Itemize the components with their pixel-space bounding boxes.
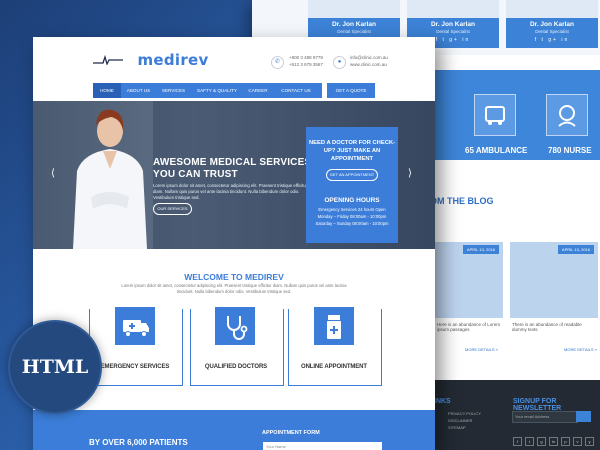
blog-excerpt: Here is an abundance of Lorem ipsum pass…: [437, 322, 501, 332]
stat-ambulance-label: 65 AMBULANCE: [465, 146, 528, 155]
phone-icon: ✆: [271, 56, 284, 69]
hours-row: Monday – Friday 08:00am - 10:00pm: [317, 214, 387, 219]
welcome-text: Lorem ipsum dolor sit amet, consectetur …: [121, 283, 347, 294]
logo-text: medirev: [137, 51, 209, 69]
name-input[interactable]: Your Name: [263, 442, 382, 450]
contact-email: info@clinic.com.au www.clinic.com.au: [350, 54, 388, 68]
hero-title-line1: AWESOME MEDICAL SERVICES: [153, 157, 312, 168]
ambulance-icon: [474, 94, 516, 136]
google-icon[interactable]: g: [537, 437, 546, 446]
twitter-icon[interactable]: t: [525, 437, 534, 446]
feature-label-doctors: QUALIFIED DOCTORS: [204, 364, 268, 370]
pinterest-icon[interactable]: p: [561, 437, 570, 446]
newsletter-email-input[interactable]: Your email Address: [512, 411, 578, 423]
welcome-title: WELCOME TO MEDIREV: [184, 272, 284, 282]
blog-image[interactable]: APRIL 13, 2016: [510, 242, 598, 318]
doctor-role: Dental Specialist: [337, 29, 371, 34]
feature-label-emergency: EMERGENCY SERVICES: [100, 364, 170, 370]
youtube-icon[interactable]: y: [585, 437, 594, 446]
newsletter-title: SIGNUP FOR NEWSLETTER: [513, 398, 562, 412]
doctor-social-icons: f t g+ in: [534, 37, 570, 43]
date-badge: APRIL 13, 2016: [557, 245, 594, 254]
contact-email-line: info@clinic.com.au: [350, 55, 388, 60]
main-nav: HOME ABOUT US SERVICES SAFTY & QUALITY C…: [93, 83, 322, 98]
blog-title: OM THE BLOG: [430, 196, 494, 206]
patients-headline: BY OVER 6,000 PATIENTS: [89, 438, 188, 447]
hero-title: AWESOME MEDICAL SERVICES YOU CAN TRUST: [153, 157, 311, 181]
doctor-role: Dental Specialist: [535, 29, 569, 34]
globe-icon: ●: [333, 56, 346, 69]
date-badge: APRIL 13, 2016: [462, 245, 499, 254]
hero-title-line2: YOU CAN TRUST: [153, 169, 238, 180]
doctor-name: Dr. Jon Karlan: [331, 21, 377, 28]
contact-phone: +800 3 488 9779 +612 3 679 3567: [289, 54, 323, 68]
pill-bottle-icon: [314, 307, 354, 345]
facebook-icon[interactable]: f: [513, 437, 522, 446]
appointment-title: NEED A DOCTOR FOR CHECK-UP? JUST MAKE AN…: [308, 140, 396, 162]
footer-link[interactable]: DISCLAIMER: [448, 418, 472, 423]
hero-slider: ⟨ ⟩ AWESOME MEDICAL SERVICES YOU CAN TRU…: [33, 101, 435, 249]
blog-image[interactable]: APRIL 13, 2016: [435, 242, 503, 318]
newsletter-submit-button[interactable]: [576, 411, 591, 422]
our-services-button[interactable]: OUR SERVICES: [153, 203, 192, 215]
feature-label-appointment: ONLINE APPOINTMENT: [301, 364, 367, 370]
ambulance-icon: [115, 307, 155, 345]
doctor-card[interactable]: Dr. Jon Karlan Dental Specialist f t g+ …: [506, 0, 598, 48]
nav-item-home[interactable]: HOME: [93, 83, 121, 98]
logo[interactable]: medirev: [93, 51, 209, 70]
hero-paragraph: Lorem ipsum dolor sit amet, consectetur …: [153, 183, 308, 200]
hours-row: Saturday – Sunday 08:00am - 10:00pm: [315, 221, 389, 226]
stat-nurse-label: 780 NURSE: [548, 146, 592, 155]
vimeo-icon[interactable]: v: [573, 437, 582, 446]
footer-links-title: INKS: [434, 398, 451, 405]
linkedin-icon[interactable]: in: [549, 437, 558, 446]
more-details-link[interactable]: MORE DETAILS »: [564, 347, 597, 352]
footer-link[interactable]: SITEMAP: [448, 425, 466, 430]
contact-phone-line: +612 3 679 3567: [289, 62, 323, 67]
doctor-name: Dr. Jon Karlan: [529, 21, 575, 28]
more-details-link[interactable]: MORE DETAILS »: [465, 347, 498, 352]
appointment-form-title: APPOINTMENT FORM: [262, 430, 320, 436]
doctor-photo: [73, 109, 147, 249]
contact-phone-line: +800 3 488 9779: [289, 55, 323, 60]
get-quote-button[interactable]: GET A QUOTE: [327, 83, 375, 98]
nav-item-about[interactable]: ABOUT US: [122, 83, 155, 98]
contact-web-line: www.clinic.com.au: [350, 62, 387, 67]
html-badge: HTML: [8, 320, 102, 414]
opening-hours-subtitle: Emergency Services 24 hours Open: [318, 207, 386, 212]
nurse-icon: [546, 94, 588, 136]
stethoscope-icon: [215, 307, 255, 345]
nav-item-safety[interactable]: SAFTY & QUALITY: [192, 83, 242, 98]
nav-item-contact[interactable]: CONTACT US: [274, 83, 318, 98]
appointment-box: NEED A DOCTOR FOR CHECK-UP? JUST MAKE AN…: [306, 127, 398, 243]
blog-excerpt: There is an abundance of readable dummy …: [512, 322, 582, 332]
opening-hours-title: OPENING HOURS: [324, 197, 380, 204]
footer-social-icons: f t g in p v y: [513, 430, 597, 448]
nav-item-career[interactable]: CAREER: [243, 83, 273, 98]
doctor-name: Dr. Jon Karlan: [430, 21, 476, 28]
slider-prev-icon[interactable]: ⟨: [51, 168, 55, 179]
nav-item-services[interactable]: SERVICES: [157, 83, 190, 98]
footer-link[interactable]: PRIVACY POLICY: [448, 411, 481, 416]
get-appointment-button[interactable]: GET AN APPOINTMENT: [326, 169, 378, 181]
slider-next-icon[interactable]: ⟩: [408, 168, 412, 179]
doctor-role: Dental Specialist: [436, 29, 470, 34]
